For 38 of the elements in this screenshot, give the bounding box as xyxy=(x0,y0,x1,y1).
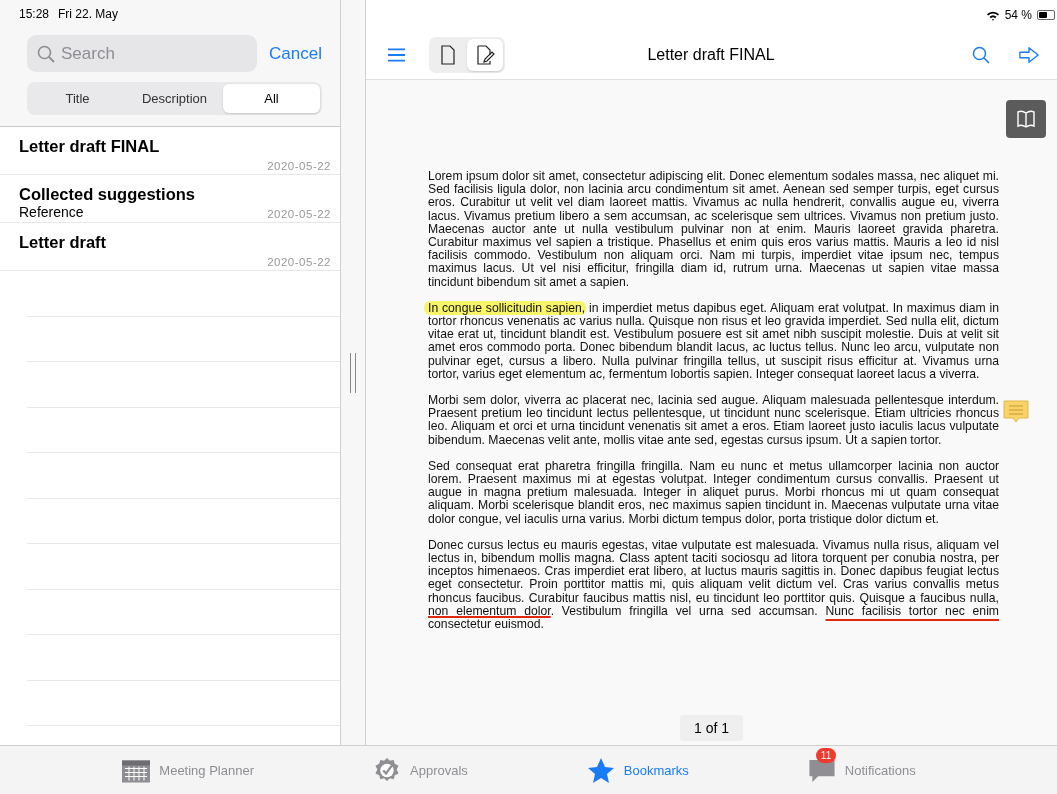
status-date: Fri 22. May xyxy=(58,7,119,23)
document-title: Collected suggestions xyxy=(19,185,197,204)
cancel-button[interactable]: Cancel xyxy=(269,43,322,64)
menu-icon[interactable] xyxy=(388,47,405,62)
document-list-item[interactable]: Letter draft 2020-05-22 xyxy=(0,223,340,271)
document-description: Reference xyxy=(19,204,84,220)
notification-count: 11 xyxy=(815,747,837,763)
document-title: Letter draft xyxy=(19,233,108,252)
document-date: 2020-05-22 xyxy=(267,208,331,220)
scope-tab[interactable]: All xyxy=(223,84,320,113)
document-paragraph: Lorem ipsum dolor sit amet, consectetur adipiscing elit. Donec elementum sodales massa, nec aliquet mi. Sed facilisis ligula dolor, non lacinia arcu condimentum sit amet. Aenean sed semper turpis, eget cursus eros. Curabitur ut velit vel diam laoreet mattis. Vivamus ac nulla hendrerit, convallis augue eu, viverra lacus. Vivamus pretium libero a sem accumsan, ac scelerisque sem ultrices. Vivamus non pretium justo. Maecenas auctor ante ut nulla vestibulum pulvinar non at enim. Mauris laoreet gravida pharetra. Curabitur maximus vel sapien a tristique. Phasellus et enim quis eros varius mattis. Mauris a leo id nisl facilisis commodo. Vestibulum non aliquam orci. Nam mi turpis, imperdiet vitae ipsum nec, tempus maximus lacus. Ut vel nisi efficitur, fringilla diam id, rutrum urna. Maecenas ut sapien vitae massa tincidunt bibendum sit amet a sapien. xyxy=(428,170,999,289)
search-icon[interactable] xyxy=(971,45,991,64)
document-paragraph: Sed consequat erat pharetra fringilla fringilla. Nam eu nunc et metus ullamcorper lacinia non auctor lorem. Praesent maximus mi at egestas volutpat. Integer condimentum cursus convallis. Praesent ut augue in magna pretium malesuada. Integer in aliquet purus. Morbi rhoncus mi ut quam consequat aliquam. Morbi scelerisque blandit eros, nec maximus sapien tincidunt in. Maecenas vulputate urna vitae dolor congue, vel iaculis urna varius. Morbi dictum tempus dolor, porta tristique dolor dictum et. xyxy=(428,459,999,526)
battery-icon xyxy=(1037,10,1055,20)
document-list-item[interactable]: Collected suggestions Reference 2020-05-22 xyxy=(0,175,340,223)
document-title: Letter draft FINAL xyxy=(19,137,161,156)
scope-tab[interactable]: Description xyxy=(126,84,223,113)
document-paragraph: Donec cursus lectus eu mauris egestas, vitae vulputate est malesuada. Vivamus nulla risus, aliquam vel lectus in, bibendum mollis magna. Class aptent taciti sociosqu ad litora torquent per conubia nostra, per inceptos himenaeos. Cras imperdiet erat libero, at luctus mauris sagittis in. Donec dapibus feugiat lectus eget consectetur. Proin porttitor mattis mi, quis aliquam velit dictum vel. Cras varius convallis metus rhoncus faucibus. Curabitur faucibus mattis nisl, eu tincidunt leo porttitor quis. Quisque a faucibus nulla, non elementum dolor. Vestibulum fringilla vel urna sed accumsan. Nunc facilisis tortor nec enim consectetur euismod. xyxy=(428,538,999,632)
search-field[interactable]: Search xyxy=(27,35,258,72)
share-arrow-icon[interactable] xyxy=(1019,45,1039,64)
document-pen-icon xyxy=(475,44,495,65)
tab-bar-item[interactable]: Bookmarks xyxy=(585,746,689,794)
annotate-mode-button[interactable] xyxy=(467,38,503,71)
page-indicator: 1 of 1 xyxy=(680,715,743,741)
reader-mode-button[interactable] xyxy=(1006,100,1046,138)
document-paragraph: In congue sollicitudin sapien, in imperdiet metus dapibus eget. Aliquam erat volutpat. In maximus diam in tortor rhoncus venenatis ac varius nulla. Quisque non risus et leo gravida imperdiet. Sed nulla elit, dictum vitae erat ut, tincidunt blandit est. Vestibulum posuere est sit amet nibh suscipit molestie. Duis at velit sit amet eros commodo porta. Donec bibendum blandit lacus, ac luctus tellus. Nunc leo arcu, vulputate non pulvinar eget, cursus a libero. Nulla pulvinar fringilla tellus, ut suscipit risus efficitur at. Vivamus urna tortor, varius eget elementum ac, fermentum lobortis sapien. Integer consequat laoreet lacus a viverra. xyxy=(428,301,999,382)
scope-tab[interactable]: Title xyxy=(29,84,126,113)
document-date: 2020-05-22 xyxy=(267,256,331,268)
tab-bar-item[interactable]: 11 Notifications xyxy=(806,746,916,794)
document-list-item[interactable]: Letter draft FINAL 2020-05-22 xyxy=(0,127,340,175)
document-title: Letter draft FINAL xyxy=(646,45,776,64)
status-time: 15:28 xyxy=(19,7,50,23)
wifi-icon xyxy=(985,9,1000,21)
document-date: 2020-05-22 xyxy=(267,160,331,172)
split-view-handle[interactable] xyxy=(350,352,356,393)
document-paragraph: Morbi sem dolor, viverra ac placerat nec, lacinia sed augue. Aliquam malesuada pellentesque interdum. Praesent pretium leo tincidunt lectus pellentesque, ut tincidunt nunc scelerisque. Etiam ultricies rhoncus leo. Aliquam et orci et urna tincidunt venenatis sit amet a eros. Etiam laoreet justo iaculis lacus vulputate bibendum. Maecenas velit ante, mollis vitae ante sed, egestas cursus ipsum. Ut a sapien tortor. xyxy=(428,394,999,447)
battery-percentage: 54 % xyxy=(1004,8,1032,22)
book-icon xyxy=(1016,110,1036,128)
